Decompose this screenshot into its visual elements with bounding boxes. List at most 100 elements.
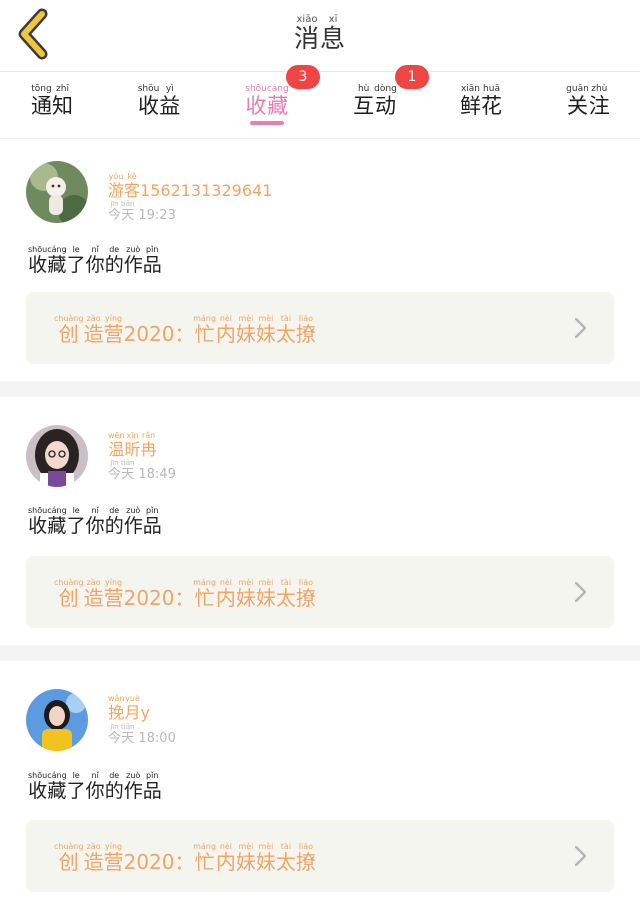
action-text: 收shōu藏cáng了le你nǐ的de作zuò品pǐn <box>28 506 162 538</box>
ruby-char: 内nèi <box>215 314 236 346</box>
plain-text: y <box>140 703 150 722</box>
tab-flowers[interactable]: 鲜xiān花huā <box>436 84 526 120</box>
plain-text: 1562131329641 <box>140 181 273 200</box>
ruby-char: 收shōu <box>245 84 267 118</box>
ruby-char: 了le <box>66 771 86 802</box>
ruby-char: 的de <box>104 245 124 276</box>
ruby-char: 动dòng <box>374 84 397 118</box>
chevron-right-icon <box>574 317 587 339</box>
ruby-char: 天tiān <box>121 723 135 746</box>
plain-text: 2020： <box>123 322 195 346</box>
ruby-char: 你nǐ <box>85 245 105 276</box>
ruby-char: 挽wǎn <box>108 694 125 722</box>
ruby-char: 品pǐn <box>142 771 162 802</box>
tab-notice[interactable]: 通tōng知zhī <box>7 84 97 120</box>
ruby-char: 游yóu <box>108 172 125 200</box>
ruby-char: 知zhī <box>52 84 73 118</box>
tab-favorites[interactable]: 收shōu藏cáng <box>222 84 312 120</box>
ruby-char: 撩liáo <box>295 842 316 874</box>
username[interactable]: 挽wǎn月yuèy <box>108 694 150 723</box>
ruby-char: 藏cáng <box>266 84 289 118</box>
tab-interaction[interactable]: 互hù动dòng <box>330 84 420 120</box>
timestamp: 今jīn天tiān 18:49 <box>108 459 176 482</box>
ruby-char: 内nèi <box>215 578 236 610</box>
section-divider <box>0 645 640 661</box>
work-title: 创chuàng造zào营yíng2020：忙máng内nèi妹mèi妹mèi太t… <box>54 578 316 611</box>
tab-label: 互hù动dòng <box>353 84 397 118</box>
time-text: 18:00 <box>138 731 176 746</box>
work-link[interactable]: 创chuàng造zào营yíng2020：忙máng内nèi妹mèi妹mèi太t… <box>26 820 614 892</box>
ruby-char: 注zhù <box>588 84 610 118</box>
chevron-right-icon <box>574 581 587 603</box>
tab-label: 关guān注zhù <box>566 84 610 118</box>
ruby-char: 忙máng <box>193 842 216 874</box>
avatar[interactable] <box>26 425 88 487</box>
tab-label: 收shōu益yì <box>137 84 181 118</box>
ruby-char: 品pǐn <box>142 245 162 276</box>
work-link[interactable]: 创chuàng造zào营yíng2020：忙máng内nèi妹mèi妹mèi太t… <box>26 556 614 628</box>
ruby-char: 作zuò <box>123 771 143 802</box>
ruby-char: 忙máng <box>193 314 216 346</box>
ruby-char: 藏cáng <box>47 506 67 537</box>
ruby-char: 忙máng <box>193 578 216 610</box>
tab-label: 通tōng知zhī <box>31 84 73 118</box>
ruby-char: 收shōu <box>28 245 48 276</box>
ruby-char: 造zào <box>83 578 104 610</box>
tab-follow[interactable]: 关guān注zhù <box>543 84 633 120</box>
ruby-char: 太tài <box>275 842 296 874</box>
message-card: 温wēn昕xīn冉rǎn 今jīn天tiān 18:49 收shōu藏cáng了… <box>0 397 640 645</box>
tab-earnings[interactable]: 收shōu益yì <box>114 84 204 120</box>
ruby-char: 天tiān <box>121 200 135 223</box>
action-text: 收shōu藏cáng了le你nǐ的de作zuò品pǐn <box>28 771 162 803</box>
avatar-image <box>26 689 88 751</box>
ruby-char: 收shōu <box>137 84 160 118</box>
ruby-char: 藏cáng <box>47 245 67 276</box>
ruby-char: 妹mèi <box>255 842 276 874</box>
username[interactable]: 游yóu客kè1562131329641 <box>108 172 272 201</box>
plain-text: 2020： <box>123 850 195 874</box>
ruby-char: 消xiāo <box>293 14 320 53</box>
ruby-char: 冉rǎn <box>140 431 157 459</box>
timestamp: 今jīn天tiān 19:23 <box>108 200 176 223</box>
ruby-char: 花huā <box>481 84 502 118</box>
ruby-char: 内nèi <box>215 842 236 874</box>
favorites-count-badge: 3 <box>286 65 320 89</box>
ruby-char: 创chuàng <box>54 578 84 610</box>
avatar[interactable] <box>26 161 88 223</box>
page-title-text: 消xiāo息xī <box>293 14 347 53</box>
active-tab-indicator <box>250 121 284 125</box>
timestamp: 今jīn天tiān 18:00 <box>108 723 176 746</box>
ruby-char: 造zào <box>83 842 104 874</box>
page-title: 消xiāo息xī <box>0 14 640 55</box>
ruby-char: 太tài <box>275 578 296 610</box>
avatar-image <box>26 161 88 223</box>
ruby-char: 创chuàng <box>54 842 84 874</box>
ruby-char: 你nǐ <box>85 771 105 802</box>
avatar-image <box>26 425 88 487</box>
ruby-char: 收shōu <box>28 506 48 537</box>
ruby-char: 客kè <box>124 172 141 200</box>
work-link[interactable]: 创chuàng造zào营yíng2020：忙máng内nèi妹mèi妹mèi太t… <box>26 292 614 364</box>
ruby-char: 的de <box>104 771 124 802</box>
ruby-char: 创chuàng <box>54 314 84 346</box>
ruby-char: 撩liáo <box>295 578 316 610</box>
interaction-count-badge: 1 <box>395 65 429 89</box>
ruby-char: 营yíng <box>103 314 124 346</box>
ruby-char: 通tōng <box>31 84 52 118</box>
ruby-char: 了le <box>66 506 86 537</box>
avatar[interactable] <box>26 689 88 751</box>
time-text: 18:49 <box>138 467 176 482</box>
ruby-char: 你nǐ <box>85 506 105 537</box>
ruby-char: 撩liáo <box>295 314 316 346</box>
work-title: 创chuàng造zào营yíng2020：忙máng内nèi妹mèi妹mèi太t… <box>54 314 316 347</box>
message-card: 游yóu客kè1562131329641 今jīn天tiān 19:23 收sh… <box>0 139 640 381</box>
ruby-char: 了le <box>66 245 86 276</box>
tab-label: 鲜xiān花huā <box>460 84 502 118</box>
ruby-char: 息xī <box>320 14 347 53</box>
ruby-char: 关guān <box>566 84 589 118</box>
section-divider <box>0 381 640 397</box>
ruby-char: 作zuò <box>123 506 143 537</box>
ruby-char: 收shōu <box>28 771 48 802</box>
username[interactable]: 温wēn昕xīn冉rǎn <box>108 431 157 460</box>
ruby-char: 温wēn <box>108 431 125 459</box>
